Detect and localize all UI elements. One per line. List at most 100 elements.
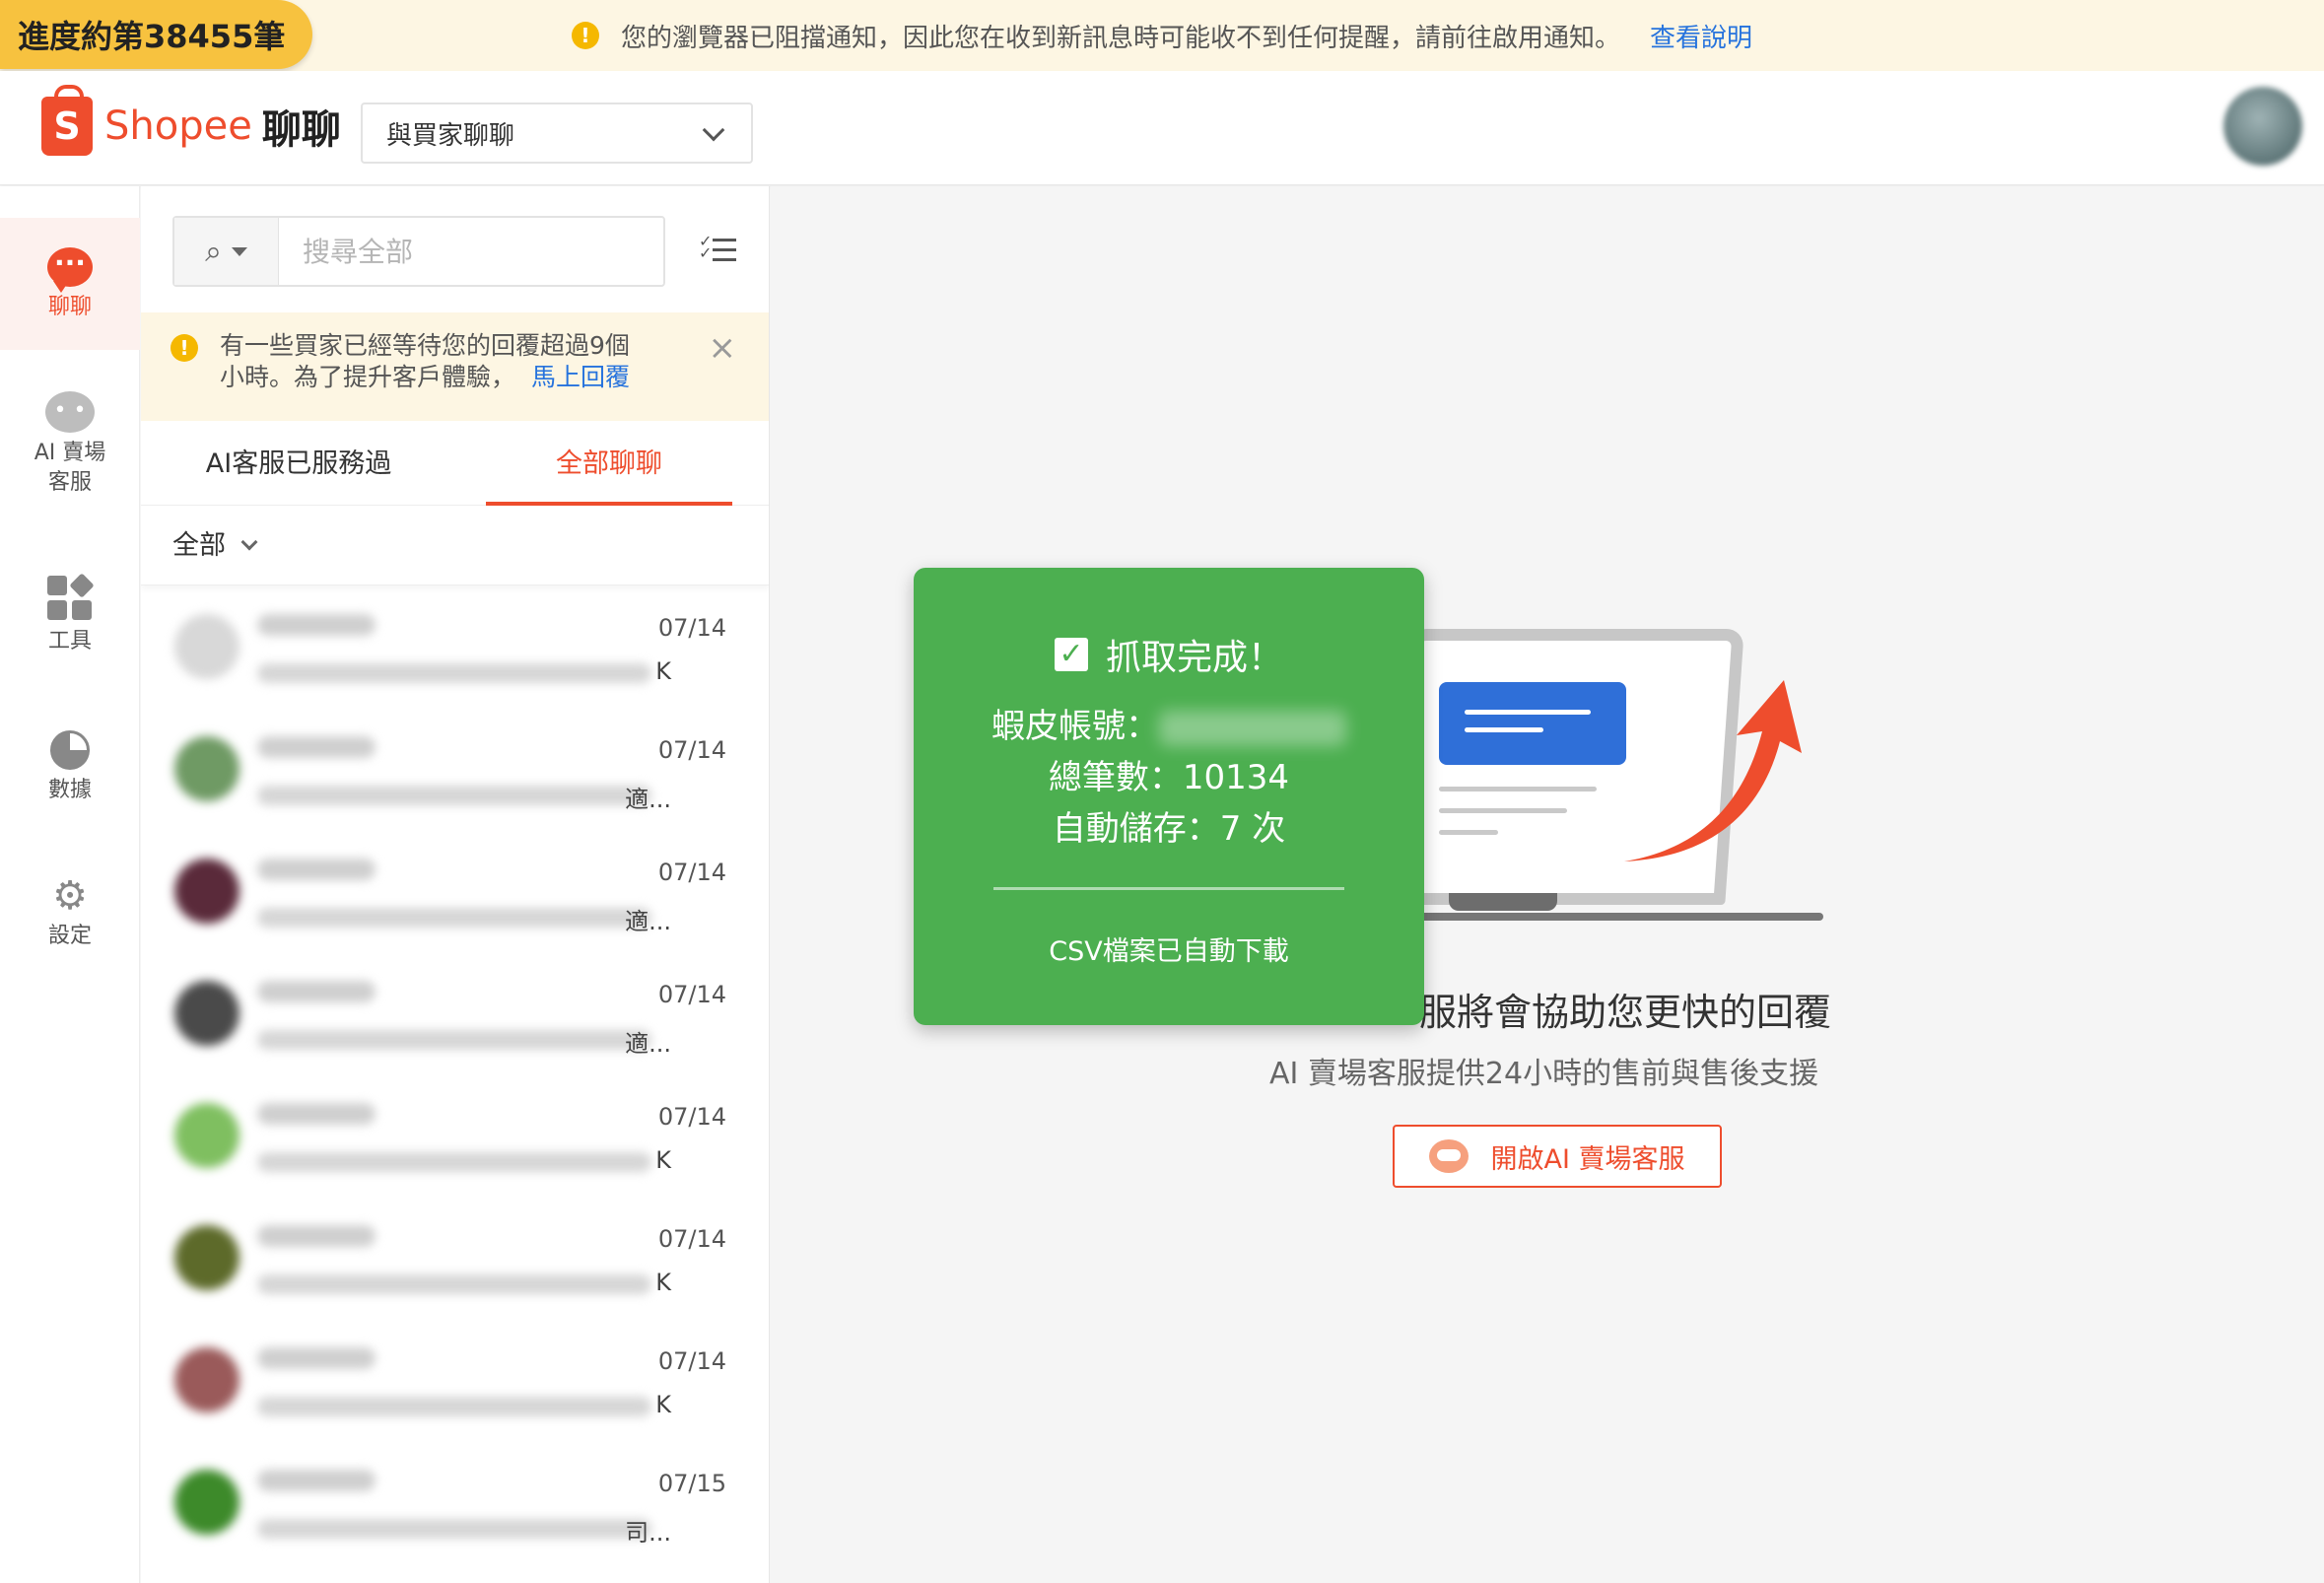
- sidebar-item-settings[interactable]: ⚙ 設定: [0, 876, 140, 951]
- conversation-name-blurred: [257, 859, 376, 880]
- account-value-blurred: [1159, 710, 1346, 746]
- progress-pill: 進度約第38455筆: [0, 0, 313, 69]
- conversation-name-blurred: [257, 614, 376, 636]
- conversation-snippet-tail: K: [655, 1391, 671, 1418]
- avatar: [174, 859, 239, 924]
- notification-text: 您的瀏覽器已阻擋通知，因此您在收到新訊息時可能收不到任何提醒，請前往啟用通知。: [620, 23, 1620, 53]
- chevron-down-icon: [702, 118, 725, 142]
- laptop-illustration: [1360, 611, 1853, 927]
- sidebar-item-label: 工具: [47, 629, 92, 654]
- conversation-name-blurred: [257, 1347, 376, 1369]
- button-label: 開啟AI 賣場客服: [1490, 1143, 1685, 1175]
- checkbox-check-icon: ✓: [1054, 638, 1088, 671]
- conversation-name-blurred: [257, 981, 376, 1002]
- autosave-value: 7 次: [1219, 809, 1286, 849]
- sidebar-item-label: 聊聊: [47, 295, 92, 319]
- list-item[interactable]: 07/14 K: [141, 581, 769, 703]
- notification-blocked-bar: ! 您的瀏覽器已阻擋通知，因此您在收到新訊息時可能收不到任何提醒，請前往啟用通知…: [0, 0, 2324, 71]
- sidebar-item-data[interactable]: 數據: [0, 730, 140, 805]
- conversation-date: 07/14: [657, 614, 726, 642]
- conversation-name-blurred: [257, 1225, 376, 1247]
- empty-state-subline: AI 賣場客服提供24小時的售前與售後支援: [1269, 1057, 1819, 1091]
- conversation-date: 07/15: [657, 1470, 726, 1497]
- sidebar-item-chat[interactable]: ··· 聊聊: [0, 218, 140, 350]
- empty-state-headline: 服將會協助您更快的回覆: [1419, 991, 1832, 1034]
- conversation-name-blurred: [257, 736, 376, 758]
- brand-chat-label: 聊聊: [261, 107, 341, 153]
- arrow-up-right-icon: [1624, 680, 1802, 861]
- reply-now-link[interactable]: 馬上回覆: [531, 363, 630, 391]
- avatar: [174, 981, 239, 1046]
- conversation-snippet-tail: 適...: [625, 908, 671, 935]
- shopee-bag-icon: S: [41, 85, 93, 156]
- sidebar-item-tools[interactable]: 工具: [0, 573, 140, 656]
- robot-icon: [1429, 1139, 1470, 1173]
- avatar: [174, 1347, 239, 1412]
- list-item[interactable]: 07/14 K: [141, 1192, 769, 1314]
- gear-icon: ⚙: [52, 873, 88, 919]
- chevron-down-icon: [240, 533, 258, 551]
- divider: [993, 887, 1344, 890]
- conversation-date: 07/14: [657, 1347, 726, 1375]
- banner-line2: 小時。為了提升客戶體驗，: [220, 363, 516, 391]
- conversation-snippet-blurred: [257, 1519, 651, 1539]
- message-card-graphic: [1439, 682, 1626, 765]
- list-item[interactable]: 07/14 適...: [141, 825, 769, 947]
- conversation-snippet-blurred: [257, 1152, 651, 1172]
- enable-ai-service-button[interactable]: 開啟AI 賣場客服: [1393, 1125, 1722, 1188]
- conversation-date: 07/14: [657, 859, 726, 886]
- conversation-snippet-tail: 適...: [625, 786, 671, 813]
- toast-total-row: 總筆數：10134: [914, 757, 1424, 798]
- chat-filter-dropdown[interactable]: 全部: [141, 507, 769, 585]
- chat-type-value: 與買家聊聊: [386, 120, 515, 151]
- shopee-logo[interactable]: S Shopee 聊聊: [41, 85, 341, 156]
- chat-type-select[interactable]: 與買家聊聊: [361, 103, 753, 164]
- scrape-complete-toast: ✓ 抓取完成！ 蝦皮帳號： 總筆數：10134 自動儲存：7 次 CSV檔案已自…: [914, 568, 1424, 1025]
- conversation-snippet-blurred: [257, 663, 651, 683]
- total-value: 10134: [1182, 758, 1290, 797]
- toast-footer: CSV檔案已自動下載: [1049, 936, 1289, 967]
- list-item[interactable]: 07/14 K: [141, 1314, 769, 1436]
- checklist-filter-icon[interactable]: ✓ ✓: [699, 232, 738, 271]
- tab-all-chats[interactable]: 全部聊聊: [486, 423, 732, 506]
- conversation-snippet-blurred: [257, 1274, 651, 1294]
- conversation-date: 07/14: [657, 736, 726, 764]
- list-item[interactable]: 07/15 司...: [141, 1436, 769, 1558]
- brand-name: Shopee: [104, 103, 252, 149]
- avatar: [174, 1225, 239, 1290]
- sidebar: ··· 聊聊 • • AI 賣場 客服 工具 數據 ⚙ 設定: [0, 186, 140, 1583]
- list-item[interactable]: 07/14 K: [141, 1069, 769, 1192]
- conversation-snippet-tail: K: [655, 1146, 671, 1174]
- warning-icon: !: [571, 22, 599, 49]
- list-item[interactable]: 07/14 適...: [141, 703, 769, 825]
- tab-ai-served[interactable]: AI客服已服務過: [141, 423, 456, 506]
- list-item[interactable]: 07/14 適...: [141, 947, 769, 1069]
- avatar: [174, 1103, 239, 1168]
- conversation-date: 07/14: [657, 1103, 726, 1131]
- sidebar-item-ai-service[interactable]: • • AI 賣場 客服: [0, 391, 140, 498]
- autosave-label: 自動儲存：: [1052, 809, 1220, 849]
- conversation-list: 07/14 K 07/14 適... 07/14 適... 07/14 適... 07/14 K 0…: [141, 581, 769, 1558]
- sidebar-item-label: 設定: [47, 924, 92, 948]
- sidebar-item-label: AI 賣場: [34, 441, 106, 465]
- conversation-snippet-tail: K: [655, 657, 671, 685]
- conversation-name-blurred: [257, 1103, 376, 1125]
- conversation-date: 07/14: [657, 1225, 726, 1253]
- close-icon[interactable]: ×: [709, 331, 737, 365]
- search-scope-dropdown[interactable]: ⌕: [174, 218, 279, 285]
- chat-tabs: AI客服已服務過 全部聊聊: [141, 423, 769, 506]
- sidebar-item-label-line2: 客服: [47, 470, 92, 495]
- avatar[interactable]: [2223, 87, 2302, 166]
- conversation-panel: ⌕ ✓✓ ! 有一些買家已經等待您的回覆超過9個 小時。為了提升客戶體驗， 馬上回…: [141, 186, 770, 1583]
- conversation-snippet-blurred: [257, 786, 651, 805]
- avatar: [174, 736, 239, 801]
- conversation-date: 07/14: [657, 981, 726, 1008]
- search-input[interactable]: [279, 235, 653, 268]
- toast-autosave-row: 自動儲存：7 次: [914, 808, 1424, 850]
- banner-line1: 有一些買家已經等待您的回覆超過9個: [220, 331, 630, 360]
- header: S Shopee 聊聊 與買家聊聊: [0, 71, 2324, 185]
- search-box: ⌕: [172, 216, 665, 287]
- sidebar-item-label: 數據: [47, 778, 92, 802]
- view-help-link[interactable]: 查看說明: [1650, 18, 1752, 54]
- conversation-snippet-blurred: [257, 908, 651, 928]
